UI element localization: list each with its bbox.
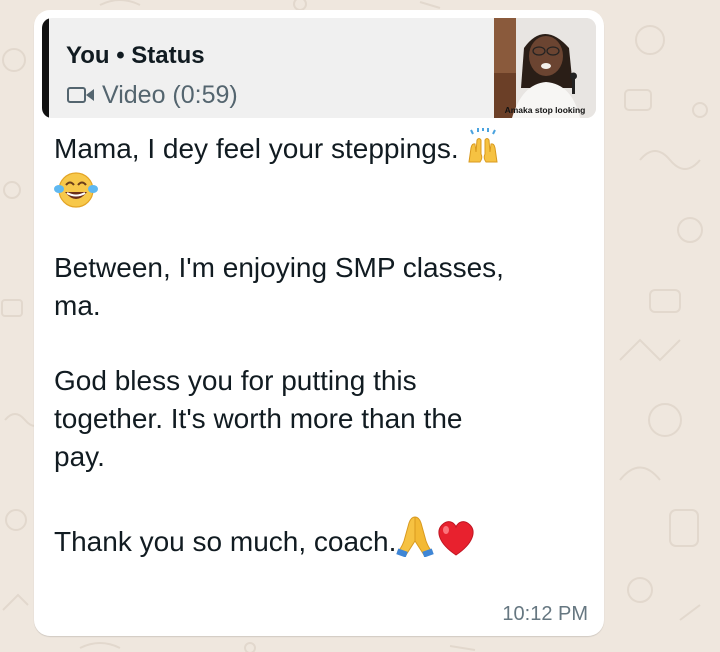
message-timestamp: 10:12 PM [502, 603, 588, 625]
message-text: Mama, I dey feel your steppings. Between… [54, 128, 574, 561]
message-line: ma. [54, 290, 101, 321]
video-camera-icon [67, 87, 94, 103]
message-line: God bless you for putting this [54, 365, 417, 396]
message-line: Mama, I dey feel your steppings. [54, 128, 574, 168]
quoted-status-title: You • Status [66, 42, 205, 69]
red-heart-icon [438, 521, 474, 556]
quoted-status-subtitle-row: Video (0:59) [66, 81, 238, 109]
message-line: Thank you so much, coach. [54, 513, 574, 561]
thumbnail-image [494, 18, 596, 118]
message-line: together. It's worth more than the [54, 403, 463, 434]
status-video-thumbnail[interactable]: Amaka stop looking [494, 18, 596, 118]
quote-accent-bar [42, 18, 49, 118]
quoted-status-subtitle: Video (0:59) [102, 81, 238, 109]
tears-of-joy-icon [54, 172, 98, 208]
message-line: pay. [54, 441, 105, 472]
thumbnail-caption: Amaka stop looking [504, 105, 586, 115]
raising-hands-icon [468, 128, 498, 163]
message-bubble[interactable]: You • Status Video (0:59) Amaka stop loo… [34, 10, 604, 636]
message-line: Between, I'm enjoying SMP classes, [54, 252, 504, 283]
emoji-line [54, 168, 574, 212]
quoted-status-reply[interactable]: You • Status Video (0:59) Amaka stop loo… [42, 18, 596, 118]
folded-hands-icon [396, 516, 435, 557]
